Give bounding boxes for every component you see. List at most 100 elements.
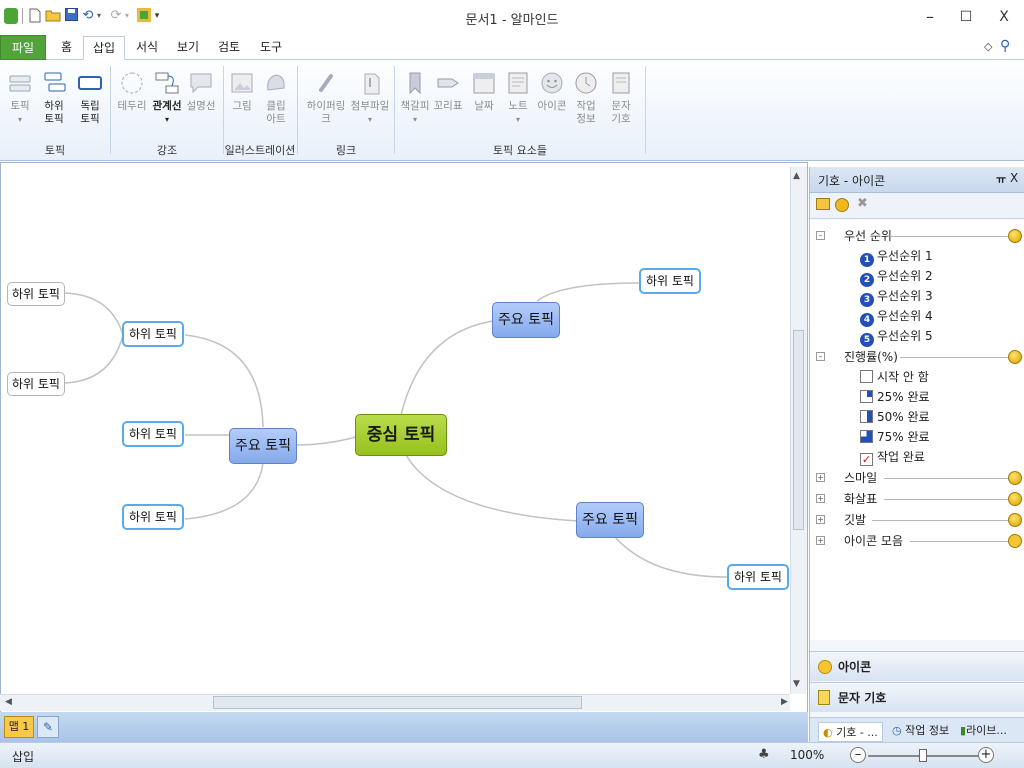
- hyperlink-button[interactable]: 하이퍼링크: [302, 70, 350, 126]
- scroll-left-icon[interactable]: ◀: [5, 697, 12, 707]
- callout-button[interactable]: 설명선: [186, 70, 216, 113]
- coin-icon[interactable]: [1008, 513, 1022, 527]
- clipart-button[interactable]: 클립 아트: [262, 70, 290, 126]
- expand-icon[interactable]: +: [816, 473, 825, 482]
- item-label: 작업 완료: [877, 450, 925, 464]
- icon-item[interactable]: 4 우선순위 4: [810, 306, 1024, 327]
- mindmap-layout-icon[interactable]: ♣: [758, 747, 770, 762]
- sub-topic[interactable]: 하위 토픽: [122, 321, 184, 347]
- ribbon-tabs: 파일 홈 삽입 서식 보기 검토 도구 ◇ ⚲: [0, 34, 1024, 60]
- icon-item[interactable]: 75% 완료: [810, 427, 1024, 447]
- icon-item[interactable]: 1 우선순위 1: [810, 246, 1024, 267]
- boundary-button[interactable]: 테두리: [116, 70, 148, 113]
- vertical-scroll-thumb[interactable]: [793, 330, 804, 530]
- expand-icon[interactable]: +: [816, 536, 825, 545]
- icon-item[interactable]: 25% 완료: [810, 387, 1024, 407]
- scroll-down-icon[interactable]: ▼: [793, 679, 800, 689]
- tab-review[interactable]: 검토: [209, 36, 249, 60]
- collapse-icon[interactable]: –: [816, 352, 825, 361]
- progress-50-icon: [860, 410, 873, 423]
- priority-1-icon: 1: [860, 253, 874, 267]
- leaf-topic[interactable]: 하위 토픽: [7, 372, 65, 396]
- date-button[interactable]: 날짜: [470, 70, 498, 113]
- category-row[interactable]: + 화살표: [810, 489, 1024, 509]
- tab-format[interactable]: 서식: [127, 36, 167, 60]
- icon-item[interactable]: 2 우선순위 2: [810, 266, 1024, 287]
- tab-task-info[interactable]: ◷ 작업 정보: [892, 722, 949, 738]
- category-row[interactable]: – 우선 순위: [810, 226, 1024, 246]
- expand-icon[interactable]: +: [816, 494, 825, 503]
- zoom-in-button[interactable]: +: [978, 747, 994, 763]
- priority-2-icon: 2: [860, 273, 874, 287]
- center-topic[interactable]: 중심 토픽: [355, 414, 447, 456]
- group-link-label: 링크: [335, 144, 357, 157]
- attachment-button[interactable]: 첨부파일 ▾: [350, 70, 390, 126]
- item-label: 우선순위 5: [877, 329, 933, 343]
- floating-topic-button[interactable]: 독립 토픽: [74, 70, 106, 126]
- sub-topic[interactable]: 하위 토픽: [122, 421, 184, 447]
- zoom-out-button[interactable]: –: [850, 747, 866, 763]
- tab-file[interactable]: 파일: [0, 35, 46, 60]
- note-button[interactable]: 노트 ▾: [504, 70, 532, 126]
- task-info-button[interactable]: 작업 정보: [572, 70, 600, 126]
- smiley-icon[interactable]: [1008, 534, 1022, 548]
- scroll-right-icon[interactable]: ▶: [781, 697, 788, 707]
- leaf-topic[interactable]: 하위 토픽: [7, 282, 65, 306]
- minimize-button[interactable]: –: [910, 4, 950, 30]
- sub-topic[interactable]: 하위 토픽: [122, 504, 184, 530]
- category-row[interactable]: – 진행률(%): [810, 347, 1024, 367]
- tab-symbols[interactable]: ◐ 기호 - ...: [818, 722, 883, 742]
- main-topic[interactable]: 주요 토픽: [229, 428, 297, 464]
- main-topic[interactable]: 주요 토픽: [576, 502, 644, 538]
- horizontal-scroll-thumb[interactable]: [213, 696, 582, 709]
- zoom-slider-thumb[interactable]: [919, 749, 927, 762]
- tab-library[interactable]: ▮라이브...: [960, 722, 1007, 738]
- sub-topic[interactable]: 하위 토픽: [727, 564, 789, 590]
- search-icon[interactable]: ⚲: [1000, 38, 1010, 54]
- collapse-icon[interactable]: –: [816, 231, 825, 240]
- tab-insert[interactable]: 삽입: [83, 36, 126, 60]
- sub-topic[interactable]: 하위 토픽: [639, 268, 701, 294]
- picture-button[interactable]: 그림: [228, 70, 256, 113]
- add-folder-icon[interactable]: [816, 198, 830, 210]
- delete-icon[interactable]: ✖: [857, 196, 868, 211]
- tab-view[interactable]: 보기: [168, 36, 208, 60]
- main-topic[interactable]: 주요 토픽: [492, 302, 560, 338]
- bookmark-button[interactable]: 책갈피 ▾: [400, 70, 430, 126]
- add-sheet-icon[interactable]: ✎: [37, 716, 59, 738]
- maximize-button[interactable]: ☐: [946, 4, 986, 30]
- sheet-tab[interactable]: 맵 1: [4, 716, 34, 738]
- icon-item[interactable]: ✓ 작업 완료: [810, 447, 1024, 467]
- topic-button[interactable]: 토픽 ▾: [6, 70, 34, 126]
- subtopic-button[interactable]: 하위 토픽: [40, 70, 68, 126]
- category-row[interactable]: + 깃발: [810, 510, 1024, 530]
- relationship-button[interactable]: 관계선 ▾: [150, 70, 184, 126]
- expand-icon[interactable]: +: [816, 515, 825, 524]
- add-icon-icon[interactable]: [835, 198, 849, 212]
- icon-panel-button[interactable]: 아이콘: [810, 651, 1024, 681]
- symbol-button[interactable]: 문자 기호: [606, 70, 636, 126]
- icon-item[interactable]: 3 우선순위 3: [810, 286, 1024, 307]
- item-label: 시작 안 함: [877, 370, 929, 384]
- scroll-up-icon[interactable]: ▲: [793, 171, 800, 181]
- pin-icon[interactable]: ㅠ: [996, 171, 1006, 187]
- coin-icon[interactable]: [1008, 492, 1022, 506]
- icon-button[interactable]: 아이콘: [536, 70, 568, 113]
- category-row[interactable]: + 스마일: [810, 468, 1024, 488]
- coin-icon[interactable]: [1008, 229, 1022, 243]
- category-row[interactable]: + 아이콘 모음: [810, 531, 1024, 551]
- coin-icon[interactable]: [1008, 471, 1022, 485]
- icon-item[interactable]: 50% 완료: [810, 407, 1024, 427]
- tab-home[interactable]: 홈: [52, 36, 81, 60]
- callout-label: 설명선: [186, 100, 216, 112]
- symbol-panel-button[interactable]: 문자 기호: [810, 682, 1024, 712]
- coin-icon[interactable]: [1008, 350, 1022, 364]
- mindmap-canvas[interactable]: 중심 토픽 주요 토픽 주요 토픽 주요 토픽 하위 토픽 하위 토픽 하위 토…: [0, 162, 808, 742]
- panel-close-icon[interactable]: X: [1010, 171, 1018, 185]
- tab-tools[interactable]: 도구: [251, 36, 291, 60]
- close-button[interactable]: X: [984, 4, 1024, 30]
- tag-button[interactable]: 꼬리표: [433, 70, 463, 113]
- icon-item[interactable]: 시작 안 함: [810, 367, 1024, 387]
- icon-item[interactable]: 5 우선순위 5: [810, 326, 1024, 347]
- ribbon-collapse-icon[interactable]: ◇: [984, 40, 992, 53]
